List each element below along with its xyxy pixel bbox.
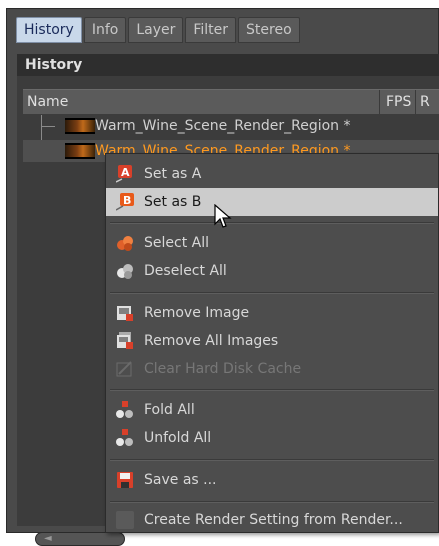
menu-label: Fold All bbox=[144, 402, 195, 418]
menu-label: Set as B bbox=[144, 194, 202, 210]
context-menu: A Set as A B Set as B Select All Deselec… bbox=[105, 153, 439, 533]
render-thumbnail bbox=[65, 118, 95, 134]
tab-info[interactable]: Info bbox=[83, 17, 127, 43]
deselect-all-icon bbox=[116, 262, 134, 280]
menu-separator bbox=[110, 459, 434, 461]
fold-all-icon bbox=[116, 401, 134, 419]
menu-item-fold-all[interactable]: Fold All bbox=[106, 396, 438, 424]
tab-bar: History Info Layer Filter Stereo bbox=[16, 17, 302, 43]
unfold-all-icon bbox=[116, 429, 134, 447]
clear-cache-icon bbox=[116, 360, 134, 378]
save-icon bbox=[116, 471, 134, 489]
column-r[interactable]: R bbox=[415, 90, 430, 114]
list-header: Name FPS R bbox=[23, 89, 439, 114]
menu-item-create-render-setting[interactable]: Create Render Setting from Render... bbox=[106, 506, 438, 534]
blank-icon bbox=[116, 511, 134, 529]
menu-separator bbox=[110, 222, 434, 224]
menu-item-remove-all-images[interactable]: Remove All Images bbox=[106, 327, 438, 355]
menu-label: Set as A bbox=[144, 166, 202, 182]
panel-title: History bbox=[17, 54, 439, 76]
menu-item-clear-cache: Clear Hard Disk Cache bbox=[106, 355, 438, 383]
menu-label: Deselect All bbox=[144, 263, 227, 279]
menu-label: Create Render Setting from Render... bbox=[144, 512, 403, 528]
remove-all-images-icon bbox=[116, 332, 134, 350]
tab-stereo[interactable]: Stereo bbox=[238, 17, 300, 43]
menu-item-remove-image[interactable]: Remove Image bbox=[106, 299, 438, 327]
menu-item-unfold-all[interactable]: Unfold All bbox=[106, 424, 438, 452]
set-b-icon: B bbox=[115, 193, 134, 211]
render-name: Warm_Wine_Scene_Render_Region * bbox=[95, 118, 351, 134]
horizontal-scrollbar[interactable]: ◄ bbox=[35, 532, 125, 546]
menu-item-save-as[interactable]: Save as ... bbox=[106, 466, 438, 494]
menu-item-set-as-a[interactable]: A Set as A bbox=[106, 160, 438, 188]
remove-image-icon bbox=[116, 304, 134, 322]
list-item[interactable]: Warm_Wine_Scene_Render_Region * bbox=[23, 115, 439, 137]
tab-layer[interactable]: Layer bbox=[128, 17, 184, 43]
tab-history[interactable]: History bbox=[16, 17, 82, 43]
menu-item-select-all[interactable]: Select All bbox=[106, 229, 438, 257]
select-all-icon bbox=[116, 234, 134, 252]
set-a-icon: A bbox=[115, 165, 134, 183]
render-thumbnail bbox=[65, 143, 95, 159]
menu-label: Remove Image bbox=[144, 305, 250, 321]
scroll-left-icon[interactable]: ◄ bbox=[44, 533, 52, 545]
menu-item-set-as-b[interactable]: B Set as B bbox=[106, 188, 438, 216]
tab-filter[interactable]: Filter bbox=[185, 17, 237, 43]
svg-text:B: B bbox=[123, 194, 131, 207]
column-fps[interactable]: FPS bbox=[379, 90, 411, 114]
menu-separator bbox=[110, 389, 434, 391]
menu-separator bbox=[110, 501, 434, 503]
svg-text:A: A bbox=[121, 166, 130, 179]
mouse-cursor-icon bbox=[214, 204, 232, 228]
menu-separator bbox=[110, 292, 434, 294]
menu-item-deselect-all[interactable]: Deselect All bbox=[106, 257, 438, 285]
menu-label: Unfold All bbox=[144, 430, 212, 446]
menu-label: Remove All Images bbox=[144, 333, 279, 349]
column-name[interactable]: Name bbox=[27, 90, 68, 114]
menu-label: Select All bbox=[144, 235, 209, 251]
menu-label: Clear Hard Disk Cache bbox=[144, 361, 302, 377]
menu-label: Save as ... bbox=[144, 472, 217, 488]
